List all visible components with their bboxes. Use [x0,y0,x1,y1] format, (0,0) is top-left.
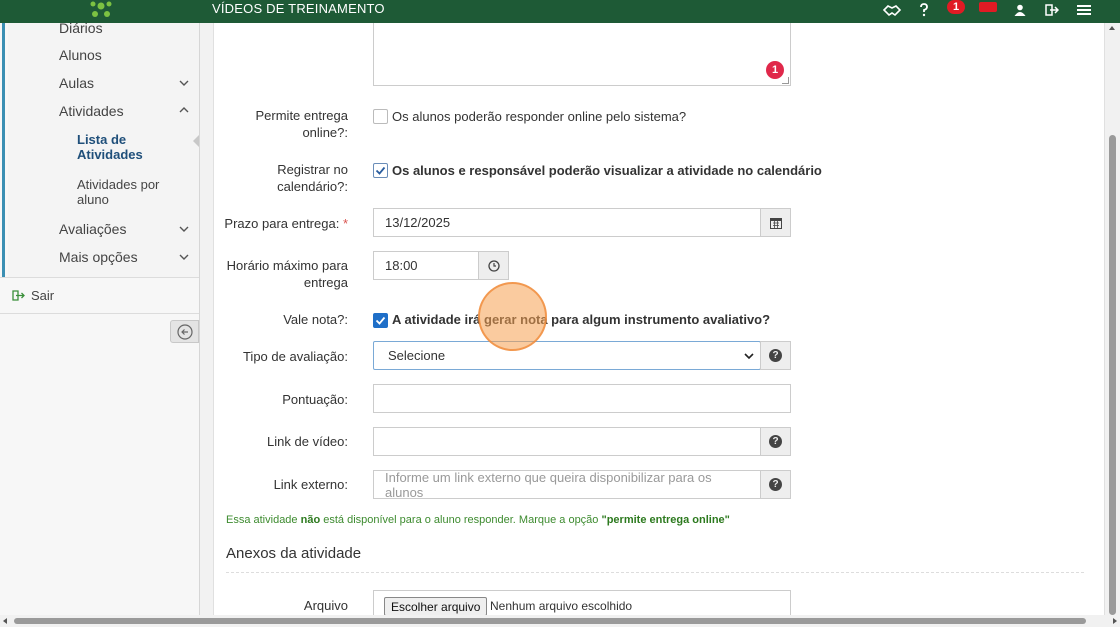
click-indicator [478,282,547,351]
checkmark-icon [375,316,386,325]
notice-bold: "permite entrega online" [601,514,730,526]
logout-icon [12,290,25,301]
page-header-title: VÍDEOS DE TREINAMENTO [212,1,385,16]
arrow-left-circle-icon [176,323,193,340]
choose-file-button[interactable]: Escolher arquivo [384,597,488,616]
notice-bold: não [300,514,321,526]
sidebar-item-atividades[interactable]: Atividades [59,103,124,119]
main-content: 1 Permite entrega online?: Os alunos pod… [213,23,1105,620]
calendar-label: Registrar no calendário?: [277,162,348,194]
mail-button[interactable] [972,0,1004,20]
sidebar-item-alunos[interactable]: Alunos [59,47,102,63]
clock-icon [487,259,500,272]
deadline-label-text: Prazo para entrega: [224,216,340,231]
user-icon[interactable] [1004,0,1036,20]
online-delivery-label: Permite entrega online?: [255,108,349,140]
online-delivery-checkbox[interactable] [373,109,388,124]
required-mark: * [342,216,348,231]
chevron-down-icon[interactable] [179,224,189,234]
topbar-icons: 1 [876,0,1100,20]
score-input[interactable] [373,384,791,413]
resize-handle[interactable] [782,77,789,84]
calendar-button[interactable] [760,208,791,237]
notification-button[interactable]: 1 [940,0,972,20]
sidebar-item-mais-opcoes[interactable]: Mais opções [59,249,138,265]
logout-label: Sair [31,288,55,303]
sidebar-divider [0,313,199,314]
horizontal-scroll-thumb[interactable] [14,618,1086,624]
max-time-label: Horário máximo para entrega [226,258,348,290]
sidebar-item-avaliacoes[interactable]: Avaliações [59,221,126,237]
eval-type-select[interactable]: Selecione [373,341,761,370]
file-status: Nenhum arquivo escolhido [490,599,633,613]
horizontal-scrollbar[interactable] [0,615,1120,627]
deadline-input[interactable]: 13/12/2025 [373,208,761,237]
chevron-down-icon[interactable] [179,252,189,262]
notice-text: está disponível para o aluno responder. … [320,514,602,526]
video-link-help-button[interactable]: ? [760,427,791,456]
active-item-caret [193,135,199,147]
grade-checkbox[interactable] [373,313,388,328]
logout-link[interactable]: Sair [12,288,54,303]
top-bar: VÍDEOS DE TREINAMENTO 1 [0,0,1120,23]
calendar-text: Os alunos e responsável poderão visualiz… [392,163,822,178]
online-delivery-text: Os alunos poderão responder online pelo … [392,109,687,124]
handshake-icon[interactable] [876,0,908,20]
video-link-input[interactable] [373,427,761,456]
external-link-label: Link externo: [273,477,348,492]
sidebar-item-diarios[interactable]: Diários [59,20,103,36]
notification-badge: 1 [947,0,965,14]
chevron-down-icon [744,353,754,360]
sidebar-divider [0,277,199,278]
vertical-scrollbar[interactable] [1105,23,1120,620]
section-divider [226,572,1084,573]
sidebar-accent [2,23,5,277]
external-link-help-button[interactable]: ? [760,470,791,499]
clock-button[interactable] [478,251,509,280]
help-icon: ? [769,349,782,362]
menu-icon[interactable] [1068,0,1100,20]
sidebar: Diários Alunos Aulas Atividades Lista de… [0,20,200,620]
calendar-checkbox[interactable] [373,163,388,178]
help-icon: ? [769,478,782,491]
score-label: Pontuação: [282,392,348,407]
file-label: Arquivo [303,598,348,613]
scroll-right-arrow[interactable] [1113,618,1117,624]
sidebar-subitem-lista-atividades[interactable]: Lista de Atividades [77,132,187,162]
mail-icon [979,2,997,12]
calendar-icon [769,217,782,229]
logout-icon[interactable] [1036,0,1068,20]
sidebar-item-aulas[interactable]: Aulas [59,75,94,91]
attachments-section-title: Anexos da atividade [226,545,362,562]
external-link-input[interactable]: Informe um link externo que queira dispo… [373,470,761,500]
logo-icon[interactable] [84,0,118,20]
grade-text: A atividade irá gerar nota para algum in… [392,312,771,327]
app-window: VÍDEOS DE TREINAMENTO 1 Diários Alunos A… [0,0,1120,627]
checkmark-icon [375,166,386,175]
eval-type-label: Tipo de avaliação: [242,349,348,364]
notice-text: Essa atividade [226,514,301,526]
grade-label: Vale nota?: [283,312,348,327]
deadline-label: Prazo para entrega: * [213,215,348,232]
question-icon[interactable] [908,0,940,20]
help-icon: ? [769,435,782,448]
scroll-left-arrow[interactable] [3,618,7,624]
description-textarea[interactable]: 1 [373,23,791,86]
video-link-label: Link de vídeo: [267,434,348,449]
eval-type-help-button[interactable]: ? [760,341,791,370]
max-time-input[interactable]: 18:00 [373,251,479,280]
chevron-down-icon[interactable] [179,78,189,88]
eval-type-selected: Selecione [388,348,446,363]
availability-notice: Essa atividade não está disponível para … [226,514,730,526]
sidebar-subitem-atividades-por-aluno[interactable]: Atividades por aluno [77,177,187,207]
scroll-up-arrow[interactable] [1109,26,1115,30]
chevron-up-icon[interactable] [179,105,189,115]
collapse-sidebar-button[interactable] [170,320,199,343]
vertical-scroll-thumb[interactable] [1109,135,1116,615]
